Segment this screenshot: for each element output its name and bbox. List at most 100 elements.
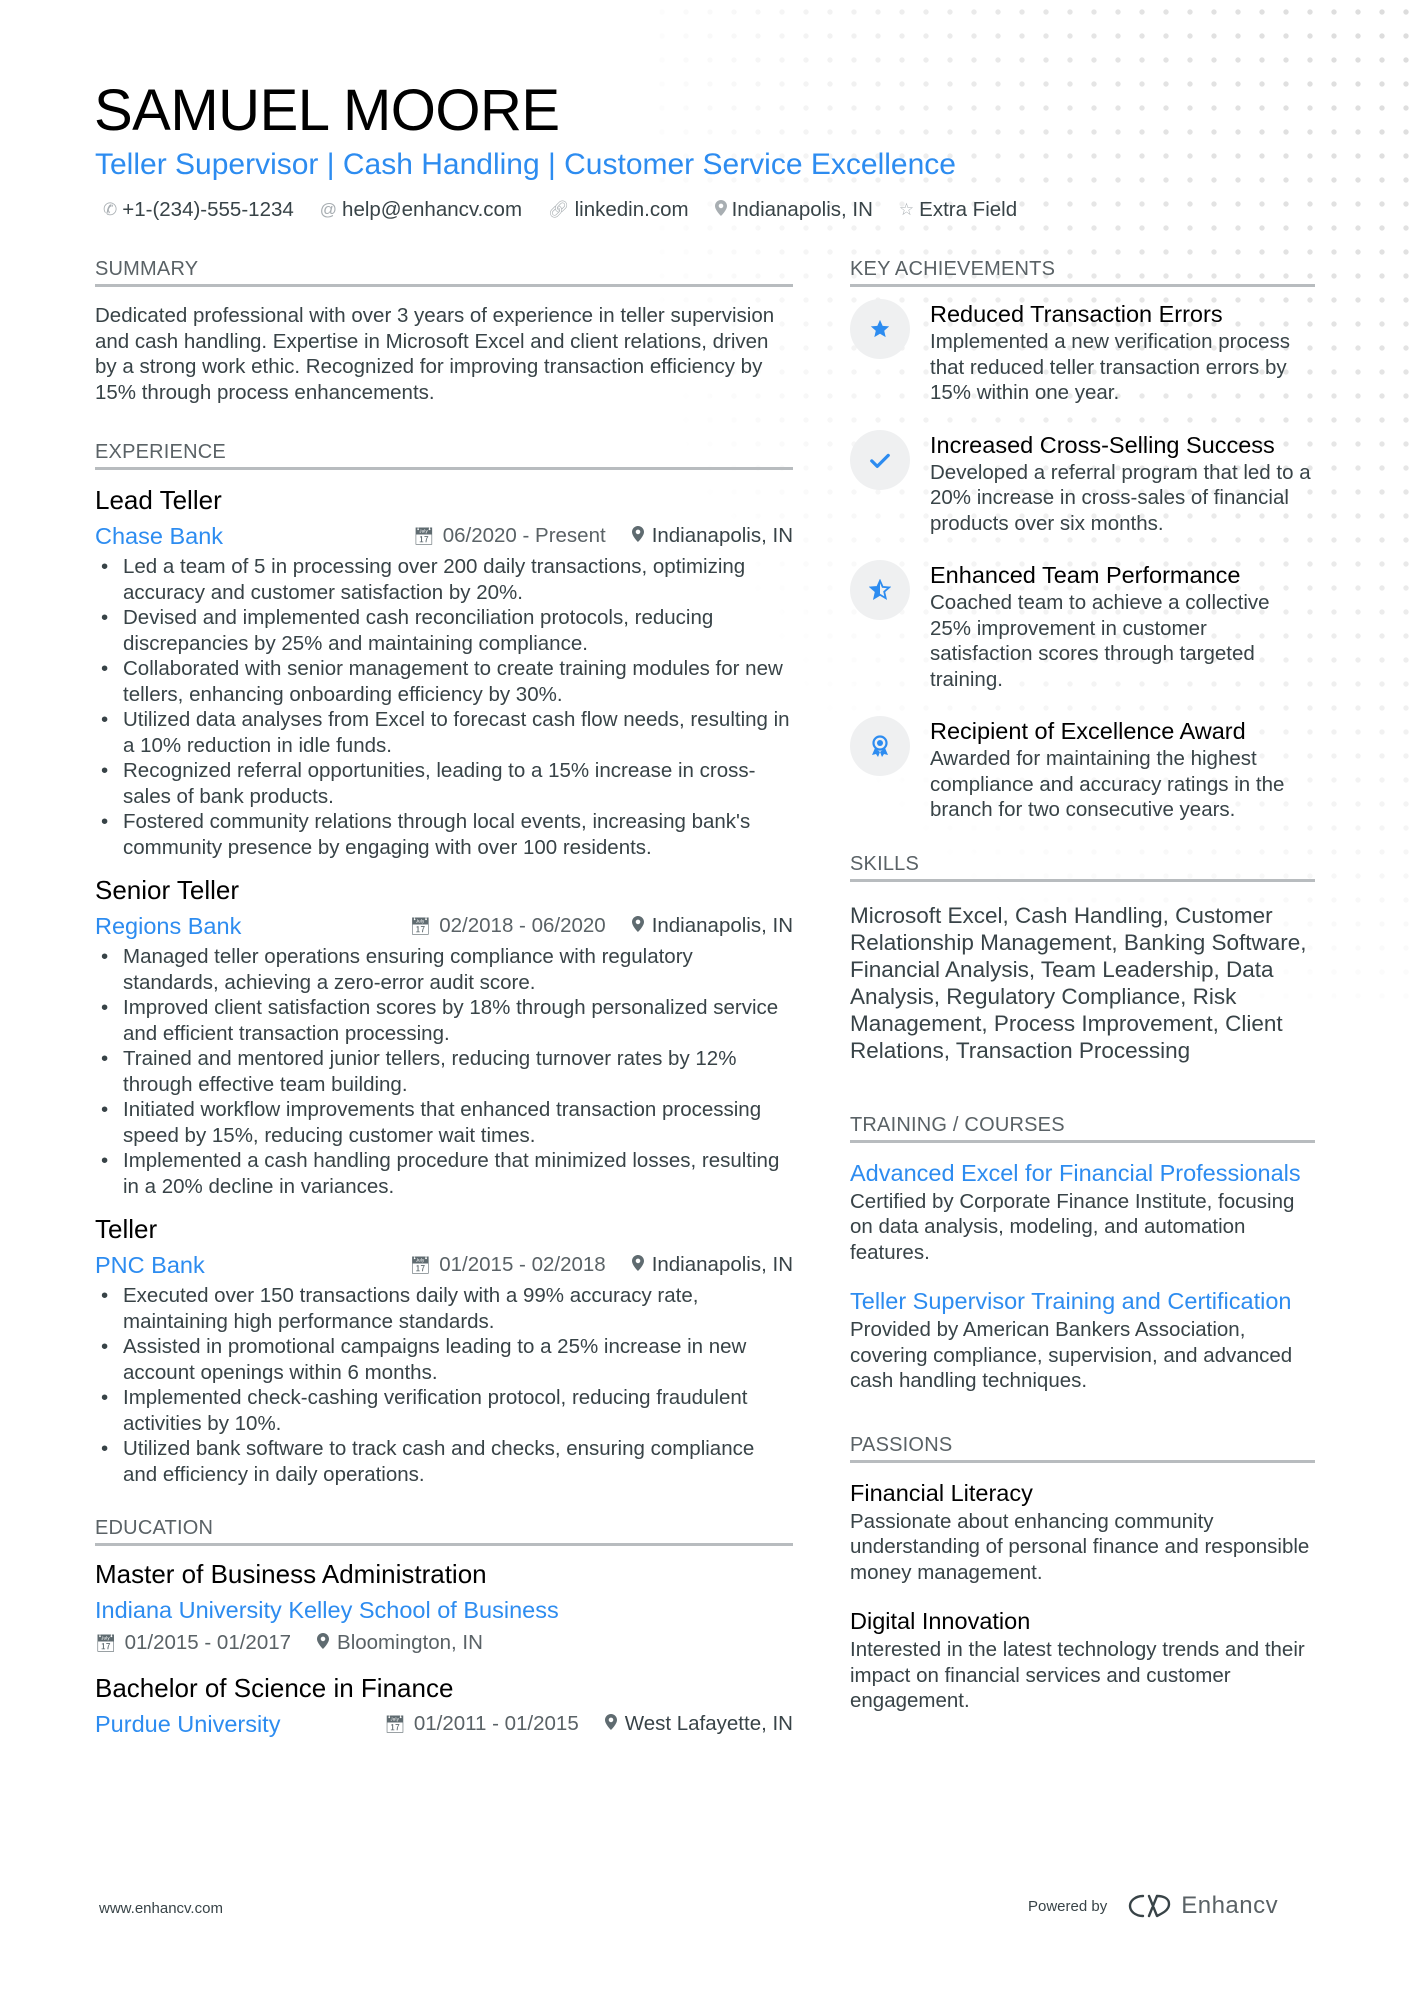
location-icon bbox=[714, 199, 727, 221]
enhancv-logo[interactable]: Enhancv bbox=[1127, 1892, 1278, 1920]
contact-phone: ✆ +1-(234)-555-1234 bbox=[103, 198, 294, 222]
job-meta: 📅︎ 06/2020 - Present Indianapolis, IN bbox=[413, 524, 793, 548]
job-entry: Teller PNC Bank 📅︎ 01/2015 - 02/2018 Indi… bbox=[95, 1211, 793, 1487]
skills-heading: SKILLS bbox=[850, 853, 1315, 882]
education-location-text: Bloomington, IN bbox=[337, 1631, 483, 1654]
school-name: Purdue University bbox=[95, 1710, 281, 1737]
job-bullet: Collaborated with senior management to c… bbox=[95, 656, 793, 707]
half-star-icon bbox=[850, 560, 910, 620]
job-title: Teller bbox=[95, 1214, 158, 1244]
resume-page: SAMUEL MOORE Teller Supervisor | Cash Ha… bbox=[0, 0, 1410, 1995]
education-heading: EDUCATION bbox=[95, 1517, 793, 1546]
course-title: Advanced Excel for Financial Professiona… bbox=[850, 1159, 1301, 1186]
education-entry: Master of Business Administration Indian… bbox=[95, 1556, 793, 1658]
job-bullet: Implemented check-cashing verification p… bbox=[95, 1385, 793, 1436]
calendar-icon: 📅︎ bbox=[95, 1634, 117, 1653]
job-meta-row: PNC Bank 📅︎ 01/2015 - 02/2018 Indianapoli… bbox=[95, 1247, 793, 1283]
experience-section: EXPERIENCE Lead Teller Chase Bank 📅︎ 06/2… bbox=[95, 441, 793, 1487]
job-bullet: Implemented a cash handling procedure th… bbox=[95, 1148, 793, 1199]
passion-item: Digital Innovation Interested in the lat… bbox=[850, 1605, 1315, 1714]
star-icon bbox=[850, 299, 910, 359]
candidate-headline: Teller Supervisor | Cash Handling | Cust… bbox=[95, 148, 956, 181]
job-title: Lead Teller bbox=[95, 485, 222, 515]
passion-item: Financial Literacy Passionate about enha… bbox=[850, 1477, 1315, 1586]
enhancv-logo-icon bbox=[1129, 1894, 1171, 1918]
passion-desc: Interested in the latest technology tren… bbox=[850, 1638, 1305, 1712]
job-dates: 📅︎ 06/2020 - Present bbox=[413, 524, 606, 548]
achievement-title: Increased Cross-Selling Success bbox=[930, 431, 1275, 458]
link-icon: 🔗︎ bbox=[548, 200, 570, 219]
summary-text: Dedicated professional with over 3 years… bbox=[95, 304, 775, 404]
enhancv-logo-text: Enhancv bbox=[1181, 1892, 1279, 1919]
contact-linkedin-text[interactable]: linkedin.com bbox=[575, 198, 689, 222]
candidate-name: SAMUEL MOORE bbox=[94, 78, 560, 143]
job-bullet: Assisted in promotional campaigns leadin… bbox=[95, 1334, 793, 1385]
education-dates: 📅︎ 01/2011 - 01/2015 bbox=[384, 1712, 579, 1736]
contact-linkedin[interactable]: 🔗︎ linkedin.com bbox=[548, 198, 689, 222]
company-name: Regions Bank bbox=[95, 912, 242, 939]
education-location: West Lafayette, IN bbox=[604, 1712, 793, 1736]
job-location-text: Indianapolis, IN bbox=[651, 1253, 793, 1276]
job-bullet: Utilized bank software to track cash and… bbox=[95, 1436, 793, 1487]
job-dates-text: 01/2015 - 02/2018 bbox=[439, 1253, 606, 1276]
company-name: PNC Bank bbox=[95, 1251, 205, 1278]
education-meta: 📅︎ 01/2011 - 01/2015 West Lafayette, IN bbox=[384, 1712, 793, 1736]
education-entry: Bachelor of Science in Finance Purdue Un… bbox=[95, 1670, 793, 1742]
skills-list: Microsoft Excel, Cash Handling, Customer… bbox=[850, 902, 1307, 1063]
achievement-desc: Developed a referral program that led to… bbox=[930, 460, 1311, 535]
contact-extra-text: Extra Field bbox=[919, 198, 1018, 221]
contact-email-text[interactable]: help@enhancv.com bbox=[342, 198, 522, 222]
at-icon: @ bbox=[319, 200, 338, 219]
job-dates: 📅︎ 01/2015 - 02/2018 bbox=[410, 1253, 606, 1277]
location-icon bbox=[631, 526, 644, 546]
job-title: Senior Teller bbox=[95, 875, 240, 905]
job-bullet: Utilized data analyses from Excel to for… bbox=[95, 707, 793, 758]
passion-title: Financial Literacy bbox=[850, 1479, 1033, 1506]
contact-email[interactable]: @ help@enhancv.com bbox=[320, 198, 522, 222]
job-location: Indianapolis, IN bbox=[631, 1253, 793, 1277]
passion-desc: Passionate about enhancing community und… bbox=[850, 1509, 1310, 1584]
degree-title: Master of Business Administration bbox=[95, 1559, 487, 1589]
job-location: Indianapolis, IN bbox=[631, 914, 793, 938]
job-dates-text: 02/2018 - 06/2020 bbox=[439, 914, 606, 937]
company-name: Chase Bank bbox=[95, 522, 224, 549]
job-location: Indianapolis, IN bbox=[631, 524, 793, 548]
passion-title: Digital Innovation bbox=[850, 1608, 1031, 1634]
achievements-heading: KEY ACHIEVEMENTS bbox=[850, 258, 1315, 287]
footer-website[interactable]: www.enhancv.com bbox=[99, 1900, 223, 1917]
education-row: Purdue University 📅︎ 01/2011 - 01/2015 We… bbox=[95, 1706, 793, 1742]
skills-section: SKILLS Microsoft Excel, Cash Handling, C… bbox=[850, 853, 1315, 1064]
education-dates: 📅︎ 01/2015 - 01/2017 bbox=[95, 1631, 291, 1655]
achievement-item: Reduced Transaction Errors Implemented a… bbox=[850, 299, 1315, 406]
contact-location: Indianapolis, IN bbox=[714, 198, 873, 222]
job-bullet: Managed teller operations ensuring compl… bbox=[95, 944, 793, 995]
course-title: Teller Supervisor Training and Certifica… bbox=[850, 1288, 1292, 1314]
phone-icon: ✆ bbox=[103, 200, 118, 219]
job-location-text: Indianapolis, IN bbox=[651, 914, 793, 937]
calendar-icon: 📅︎ bbox=[413, 527, 435, 546]
contact-extra: ☆ Extra Field bbox=[899, 198, 1017, 222]
job-bullet: Improved client satisfaction scores by 1… bbox=[95, 995, 793, 1046]
job-bullets: Managed teller operations ensuring compl… bbox=[95, 944, 793, 1199]
job-meta: 📅︎ 02/2018 - 06/2020 Indianapolis, IN bbox=[410, 914, 793, 938]
achievement-desc: Awarded for maintaining the highest comp… bbox=[930, 747, 1285, 821]
achievement-title: Recipient of Excellence Award bbox=[930, 718, 1246, 744]
summary-section: SUMMARY Dedicated professional with over… bbox=[95, 258, 793, 405]
job-entry: Senior Teller Regions Bank 📅︎ 02/2018 - 0… bbox=[95, 872, 793, 1199]
location-icon bbox=[604, 1714, 617, 1734]
job-bullets: Led a team of 5 in processing over 200 d… bbox=[95, 554, 793, 860]
experience-heading: EXPERIENCE bbox=[95, 441, 793, 470]
contact-location-text: Indianapolis, IN bbox=[731, 198, 873, 221]
check-icon bbox=[850, 429, 910, 490]
education-location: Bloomington, IN bbox=[317, 1631, 483, 1655]
job-bullets: Executed over 150 transactions daily wit… bbox=[95, 1283, 793, 1487]
job-dates-text: 06/2020 - Present bbox=[442, 524, 606, 547]
job-bullet: Recognized referral opportunities, leadi… bbox=[95, 758, 793, 809]
school-name: Indiana University Kelley School of Busi… bbox=[95, 1597, 559, 1623]
job-bullet: Trained and mentored junior tellers, red… bbox=[95, 1046, 793, 1097]
calendar-icon: 📅︎ bbox=[409, 917, 432, 936]
job-bullet: Initiated workflow improvements that enh… bbox=[95, 1097, 793, 1148]
location-icon bbox=[631, 916, 644, 936]
contact-phone-text: +1-(234)-555-1234 bbox=[122, 198, 294, 221]
job-meta: 📅︎ 01/2015 - 02/2018 Indianapolis, IN bbox=[410, 1253, 793, 1277]
